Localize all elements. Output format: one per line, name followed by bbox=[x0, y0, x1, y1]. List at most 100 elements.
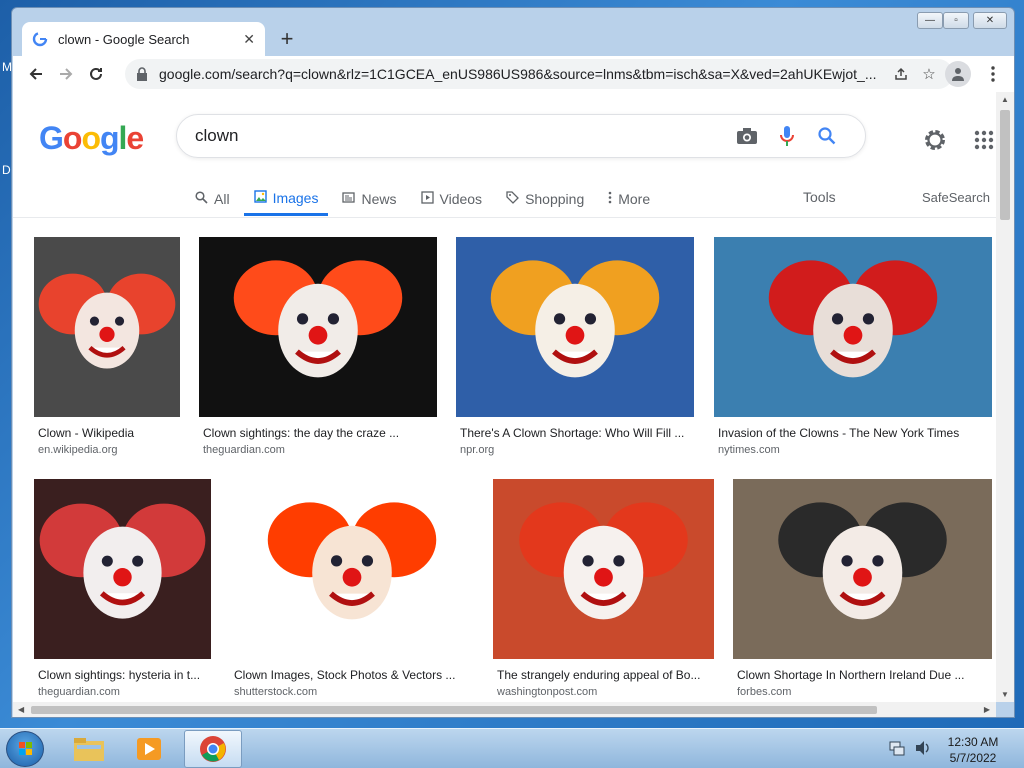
profile-avatar[interactable] bbox=[945, 61, 971, 87]
reload-icon bbox=[90, 67, 102, 80]
clown-thumbnail[interactable] bbox=[199, 237, 437, 417]
result-source: theguardian.com bbox=[38, 686, 120, 698]
clown-thumbnail[interactable] bbox=[733, 479, 992, 659]
vertical-scrollbar[interactable]: ▲ ▼ bbox=[996, 92, 1014, 702]
more-vert-icon bbox=[991, 66, 995, 82]
search-query[interactable]: clown bbox=[195, 126, 727, 146]
browser-window: — ▫ ✕ clown - Google Search ✕ + google.c… bbox=[11, 7, 1015, 718]
tab-label: Videos bbox=[439, 191, 483, 207]
tag-icon bbox=[506, 191, 519, 207]
image-result[interactable]: Clown sightings: hysteria in t... theguar… bbox=[34, 479, 211, 701]
forward-button[interactable] bbox=[51, 59, 81, 89]
tab-close-icon[interactable]: ✕ bbox=[243, 31, 255, 48]
back-button[interactable] bbox=[21, 59, 51, 89]
network-icon[interactable] bbox=[888, 739, 906, 757]
result-title[interactable]: There's A Clown Shortage: Who Will Fill … bbox=[460, 426, 692, 440]
result-title[interactable]: Clown - Wikipedia bbox=[38, 426, 178, 440]
arrow-left-icon bbox=[29, 68, 42, 80]
scroll-up-icon[interactable]: ▲ bbox=[1001, 95, 1009, 104]
header-divider bbox=[13, 217, 996, 218]
clown-thumbnail[interactable] bbox=[34, 237, 180, 417]
tab-label: Images bbox=[272, 189, 319, 206]
clown-thumbnail[interactable] bbox=[714, 237, 992, 417]
clock[interactable]: 12:30 AM 5/7/2022 bbox=[940, 734, 1006, 766]
result-title[interactable]: Clown sightings: the day the craze ... bbox=[203, 426, 435, 440]
more-vert-icon bbox=[608, 191, 612, 207]
tools-button[interactable]: Tools bbox=[803, 189, 836, 205]
search-input[interactable]: clown bbox=[176, 114, 866, 158]
browser-menu-button[interactable] bbox=[983, 61, 1003, 87]
result-title[interactable]: The strangely enduring appeal of Bo... bbox=[497, 668, 712, 682]
tab-images[interactable]: Images bbox=[243, 182, 329, 216]
clown-thumbnail[interactable] bbox=[34, 479, 211, 659]
image-result[interactable]: The strangely enduring appeal of Bo... wa… bbox=[493, 479, 714, 701]
vertical-scroll-thumb[interactable] bbox=[1000, 110, 1010, 220]
clock-time: 12:30 AM bbox=[947, 735, 999, 749]
taskbar: 12:30 AM 5/7/2022 bbox=[0, 728, 1024, 768]
result-source: forbes.com bbox=[737, 686, 792, 698]
media-player-taskbar-button[interactable] bbox=[120, 730, 178, 768]
image-result[interactable]: Clown Images, Stock Photos & Vectors ...… bbox=[230, 479, 474, 701]
tab-shopping[interactable]: Shopping bbox=[506, 182, 584, 216]
clock-date: 5/7/2022 bbox=[949, 751, 997, 765]
logo-letter: o bbox=[62, 120, 83, 156]
logo-letter: e bbox=[126, 120, 144, 156]
video-icon bbox=[420, 191, 434, 207]
camera-search-icon[interactable] bbox=[727, 127, 767, 145]
lock-icon bbox=[137, 67, 147, 81]
browser-toolbar: google.com/search?q=clown&rlz=1C1GCEA_en… bbox=[13, 56, 1014, 92]
tab-videos[interactable]: Videos bbox=[420, 182, 483, 216]
explorer-taskbar-button[interactable] bbox=[60, 730, 118, 768]
scroll-down-icon[interactable]: ▼ bbox=[1001, 690, 1009, 699]
image-result[interactable]: Clown Shortage In Northern Ireland Due .… bbox=[733, 479, 992, 701]
result-title[interactable]: Clown sightings: hysteria in t... bbox=[38, 668, 209, 682]
news-icon bbox=[342, 191, 356, 207]
image-result[interactable]: There's A Clown Shortage: Who Will Fill … bbox=[456, 237, 694, 459]
image-result[interactable]: Invasion of the Clowns - The New York Ti… bbox=[714, 237, 992, 459]
clown-thumbnail[interactable] bbox=[230, 479, 474, 659]
microphone-icon[interactable] bbox=[767, 125, 807, 147]
tab-news[interactable]: News bbox=[342, 182, 397, 216]
result-title[interactable]: Clown Images, Stock Photos & Vectors ... bbox=[234, 668, 472, 682]
address-bar[interactable]: google.com/search?q=clown&rlz=1C1GCEA_en… bbox=[125, 59, 953, 89]
folder-icon bbox=[74, 738, 104, 761]
clown-thumbnail[interactable] bbox=[493, 479, 714, 659]
result-source: theguardian.com bbox=[203, 444, 285, 456]
google-results-page: Google clown All Images News Videos Shop… bbox=[13, 92, 996, 702]
new-tab-button[interactable]: + bbox=[274, 26, 300, 52]
clown-thumbnail[interactable] bbox=[456, 237, 694, 417]
logo-letter: G bbox=[39, 120, 64, 156]
chrome-taskbar-button[interactable] bbox=[184, 730, 242, 768]
image-result[interactable]: Clown - Wikipedia en.wikipedia.org bbox=[34, 237, 180, 459]
tab-strip: clown - Google Search ✕ + bbox=[13, 22, 1014, 56]
safesearch-button[interactable]: SafeSearch bbox=[922, 190, 990, 205]
horizontal-scrollbar[interactable]: ◀ ▶ bbox=[13, 702, 996, 717]
result-title[interactable]: Clown Shortage In Northern Ireland Due .… bbox=[737, 668, 990, 682]
search-icon[interactable] bbox=[807, 127, 847, 145]
tab-label: Shopping bbox=[525, 191, 585, 207]
google-logo[interactable]: Google bbox=[39, 120, 144, 157]
tab-label: More bbox=[618, 191, 651, 207]
arrow-right-icon bbox=[60, 68, 73, 80]
start-button[interactable] bbox=[6, 731, 44, 767]
result-source: shutterstock.com bbox=[234, 686, 318, 698]
image-result[interactable]: Clown sightings: the day the craze ... th… bbox=[199, 237, 437, 459]
volume-icon[interactable] bbox=[914, 739, 932, 757]
apps-grid-icon[interactable] bbox=[974, 130, 994, 150]
chrome-icon bbox=[200, 736, 226, 762]
person-icon bbox=[952, 68, 964, 81]
browser-tab[interactable]: clown - Google Search ✕ bbox=[22, 22, 265, 56]
result-source: npr.org bbox=[460, 444, 495, 456]
share-icon[interactable] bbox=[887, 67, 915, 81]
result-source: nytimes.com bbox=[718, 444, 780, 456]
tab-all[interactable]: All bbox=[195, 182, 230, 216]
reload-button[interactable] bbox=[81, 59, 111, 89]
result-title[interactable]: Invasion of the Clowns - The New York Ti… bbox=[718, 426, 990, 440]
bookmark-star-icon[interactable]: ☆ bbox=[915, 65, 943, 83]
scroll-right-icon[interactable]: ▶ bbox=[984, 705, 990, 714]
tab-label: All bbox=[214, 191, 230, 207]
tab-more[interactable]: More bbox=[608, 182, 650, 216]
horizontal-scroll-thumb[interactable] bbox=[31, 706, 877, 714]
gear-icon[interactable] bbox=[923, 128, 947, 152]
scroll-left-icon[interactable]: ◀ bbox=[18, 705, 24, 714]
